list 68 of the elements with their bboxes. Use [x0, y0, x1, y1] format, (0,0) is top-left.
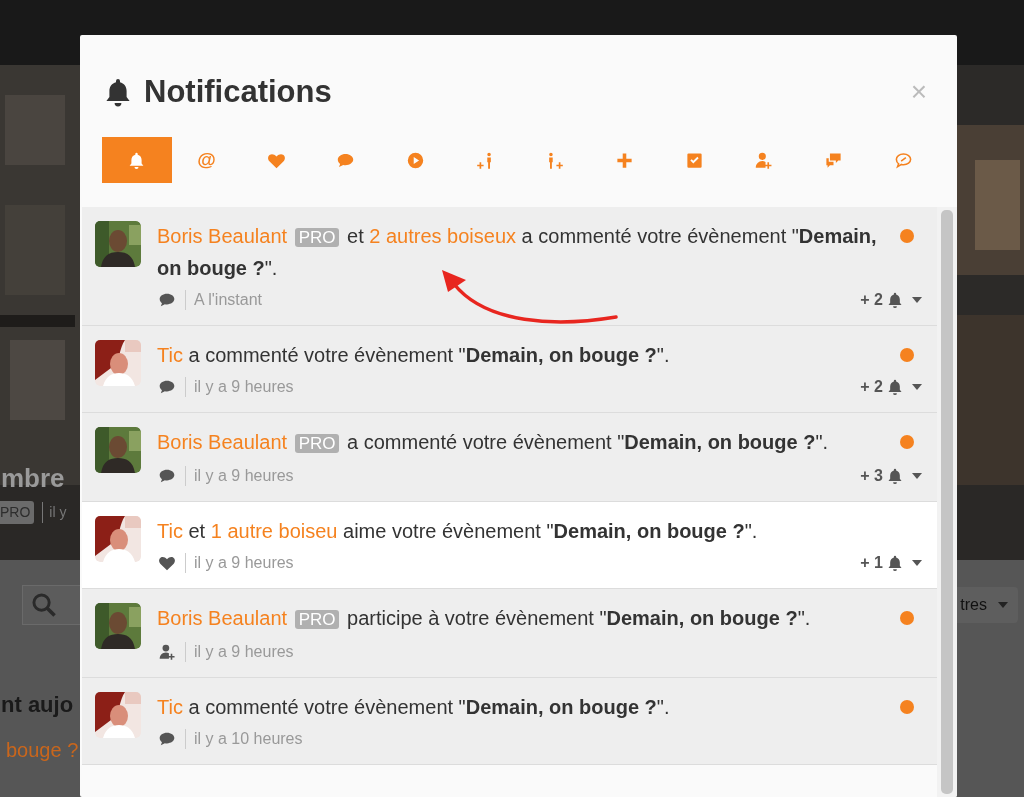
search-icon [31, 592, 57, 618]
user-add-icon [157, 643, 177, 661]
filter-tab[interactable]: @ [171, 137, 242, 183]
user-link[interactable]: Boris Beaulant [157, 431, 288, 453]
notification-item[interactable]: Boris Beaulant PRO a commenté votre évènement "Demain, on bouge ?". il y a 9 heures + 3 [82, 413, 937, 502]
notification-count-button[interactable]: + 3 [860, 464, 922, 488]
time-label: il y a 9 heures [185, 553, 294, 573]
notification-text: Boris Beaulant PRO a commenté votre évènement "Demain, on bouge ?". [157, 430, 830, 455]
filter-tab[interactable] [102, 137, 172, 183]
notification-text: Tic a commenté votre évènement "Demain, on bouge ?". [157, 343, 671, 368]
pro-badge: PRO [294, 228, 340, 247]
notification-text: Boris Beaulant PRO participe à votre évènement "Demain, on bouge ?". [157, 606, 812, 631]
time-label: il y a 10 heures [185, 729, 303, 749]
heart-icon [157, 554, 177, 572]
notification-text: Tic et 1 autre boiseu aime votre évènement "Demain, on bouge ?". [157, 519, 759, 544]
close-button[interactable]: × [902, 78, 935, 106]
time-label: il y a 9 heures [185, 466, 294, 486]
notification-item[interactable]: Boris Beaulant PRO et 2 autres boiseux a commenté votre évènement "Demain, on bouge ?". A l'instant + 2 [82, 207, 937, 326]
others-link[interactable]: 2 autres boiseux [369, 225, 517, 247]
pro-badge: PRO [294, 434, 340, 453]
notification-count-button[interactable]: + 2 [860, 375, 922, 399]
unread-dot [900, 229, 914, 243]
section-heading: nt aujo [1, 692, 74, 717]
time-label: A l'instant [185, 290, 262, 310]
user-link[interactable]: Boris Beaulant [157, 225, 288, 247]
unread-dot [900, 611, 914, 625]
speech-bubble-icon [157, 467, 177, 485]
notification-item[interactable]: Tic et 1 autre boiseu aime votre évènement "Demain, on bouge ?". il y a 9 heures + 1 [82, 502, 937, 589]
notification-count-button[interactable]: + 1 [860, 551, 922, 575]
caret-icon [998, 602, 1008, 608]
notification-count-button[interactable]: + 2 [860, 288, 922, 312]
bell-icon [886, 554, 904, 572]
user-add-icon [754, 150, 774, 170]
user-link[interactable]: Boris Beaulant [157, 607, 288, 629]
bell-icon [886, 467, 904, 485]
time-label: il y a 9 heures [185, 642, 294, 662]
unread-dot [900, 348, 914, 362]
checkbox-icon [684, 150, 704, 170]
notification-text: Tic a commenté votre évènement "Demain, on bouge ?". [157, 695, 671, 720]
user-link[interactable]: Tic [157, 696, 183, 718]
bell-icon [886, 378, 904, 396]
event-title: mbre [1, 465, 66, 491]
unread-dot [900, 700, 914, 714]
notification-text: Boris Beaulant PRO et 2 autres boiseux a commenté votre évènement "Demain, on bouge ?". [157, 224, 878, 281]
user-link[interactable]: Tic [157, 344, 183, 366]
caret-icon [912, 297, 922, 303]
others-link[interactable]: 1 autre boiseu [210, 520, 338, 542]
caret-icon [912, 384, 922, 390]
notification-item[interactable]: Tic a commenté votre évènement "Demain, on bouge ?". il y a 10 heures [82, 678, 937, 765]
user-link[interactable]: Tic [157, 520, 183, 542]
caret-icon [912, 473, 922, 479]
dialog-title: Notifications [144, 72, 332, 111]
play-icon [406, 150, 425, 170]
pro-badge: PRO [0, 501, 35, 524]
chat-bubble-icon [893, 150, 913, 170]
speech-bubble-icon [157, 730, 177, 748]
pro-badge: PRO [294, 610, 340, 629]
unread-dot [900, 435, 914, 449]
bell-icon [886, 291, 904, 309]
notification-item[interactable]: Boris Beaulant PRO participe à votre évènement "Demain, on bouge ?". il y a 9 heures [82, 589, 937, 678]
event-link[interactable]: bouge ? [6, 739, 79, 761]
speech-bubble-icon [157, 378, 177, 396]
chat-bubbles-icon [824, 150, 844, 170]
time-label: il y a 9 heures [185, 377, 294, 397]
speech-bubble-icon [157, 291, 177, 309]
plus-icon [615, 150, 635, 170]
notification-item[interactable]: Tic a commenté votre évènement "Demain, on bouge ?". il y a 9 heures + 2 [82, 326, 937, 413]
time-label: il y [42, 502, 67, 523]
